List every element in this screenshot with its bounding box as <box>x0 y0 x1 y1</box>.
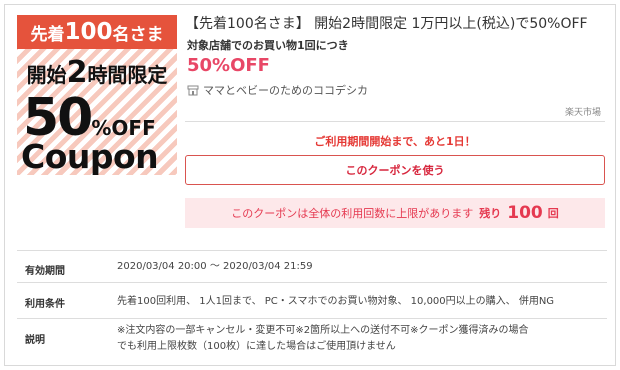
usage-limit-banner: このクーポンは全体の利用回数に上限があります 残り 100 回 <box>185 198 605 228</box>
coupon-image-limited-text: 時間限定 <box>87 63 168 87</box>
detail-label: 利用条件 <box>25 299 65 310</box>
coupon-image-coupon-word: Coupon <box>21 137 159 175</box>
shop-name[interactable]: ママとベビーのためのココデシカ <box>203 82 368 98</box>
detail-row-period: 有効期間 2020/03/04 20:00 〜 2020/03/04 21:59 <box>17 250 607 282</box>
usage-limit-text: このクーポンは全体の利用回数に上限があります <box>231 207 474 220</box>
shop-icon <box>187 85 199 96</box>
discount-amount: 50%OFF <box>187 55 270 76</box>
detail-value: 先着100回利用、 1人1回まで、 PC・スマホでのお買い物対象、 10,000… <box>117 296 555 307</box>
coupon-image: 先着 100 名さま 開始2時間限定 50%OFF Coupon <box>17 15 177 175</box>
start-notice: ご利用期間開始まで、あと1日！ <box>314 135 476 148</box>
detail-label: 有効期間 <box>25 266 65 277</box>
coupon-image-time-limit: 開始2時間限定 <box>17 55 177 90</box>
coupon-image-banner: 先着 100 名さま <box>17 15 177 49</box>
coupon-image-banner-number: 100 <box>64 19 113 45</box>
coupon-image-hours-number: 2 <box>66 55 88 90</box>
remaining-label: 残り <box>479 207 502 220</box>
divider <box>185 121 605 122</box>
detail-row-conditions: 利用条件 先着100回利用、 1人1回まで、 PC・スマホでのお買い物対象、 1… <box>17 282 607 318</box>
detail-label: 説明 <box>25 335 45 346</box>
detail-value: 2020/03/04 20:00 〜 2020/03/04 21:59 <box>117 261 313 272</box>
detail-value: ※注文内容の一部キャンセル・変更不可※2箇所以上への送付不可※クーポン獲得済みの… <box>117 325 529 352</box>
coupon-title: 【先着100名さま】 開始2時間限定 1万円以上(税込)で50%OFF <box>185 16 588 32</box>
coupon-subtitle: 対象店舗でのお買い物1回につき <box>187 39 349 52</box>
coupon-image-banner-prefix: 先着 <box>30 24 65 45</box>
coupon-image-banner-suffix: 名さま <box>112 24 164 45</box>
remaining-count: 100 <box>507 203 543 223</box>
remaining-unit: 回 <box>547 207 559 220</box>
coupon-image-start-text: 開始 <box>26 63 67 87</box>
shop-link[interactable]: ママとベビーのためのココデシカ <box>187 82 368 98</box>
coupon-card: 先着 100 名さま 開始2時間限定 50%OFF Coupon 【先着100名… <box>4 4 616 366</box>
detail-row-description: 説明 ※注文内容の一部キャンセル・変更不可※2箇所以上への送付不可※クーポン獲得… <box>17 318 607 364</box>
use-coupon-button[interactable]: このクーポンを使う <box>185 155 605 185</box>
market-label: 楽天市場 <box>564 108 601 118</box>
